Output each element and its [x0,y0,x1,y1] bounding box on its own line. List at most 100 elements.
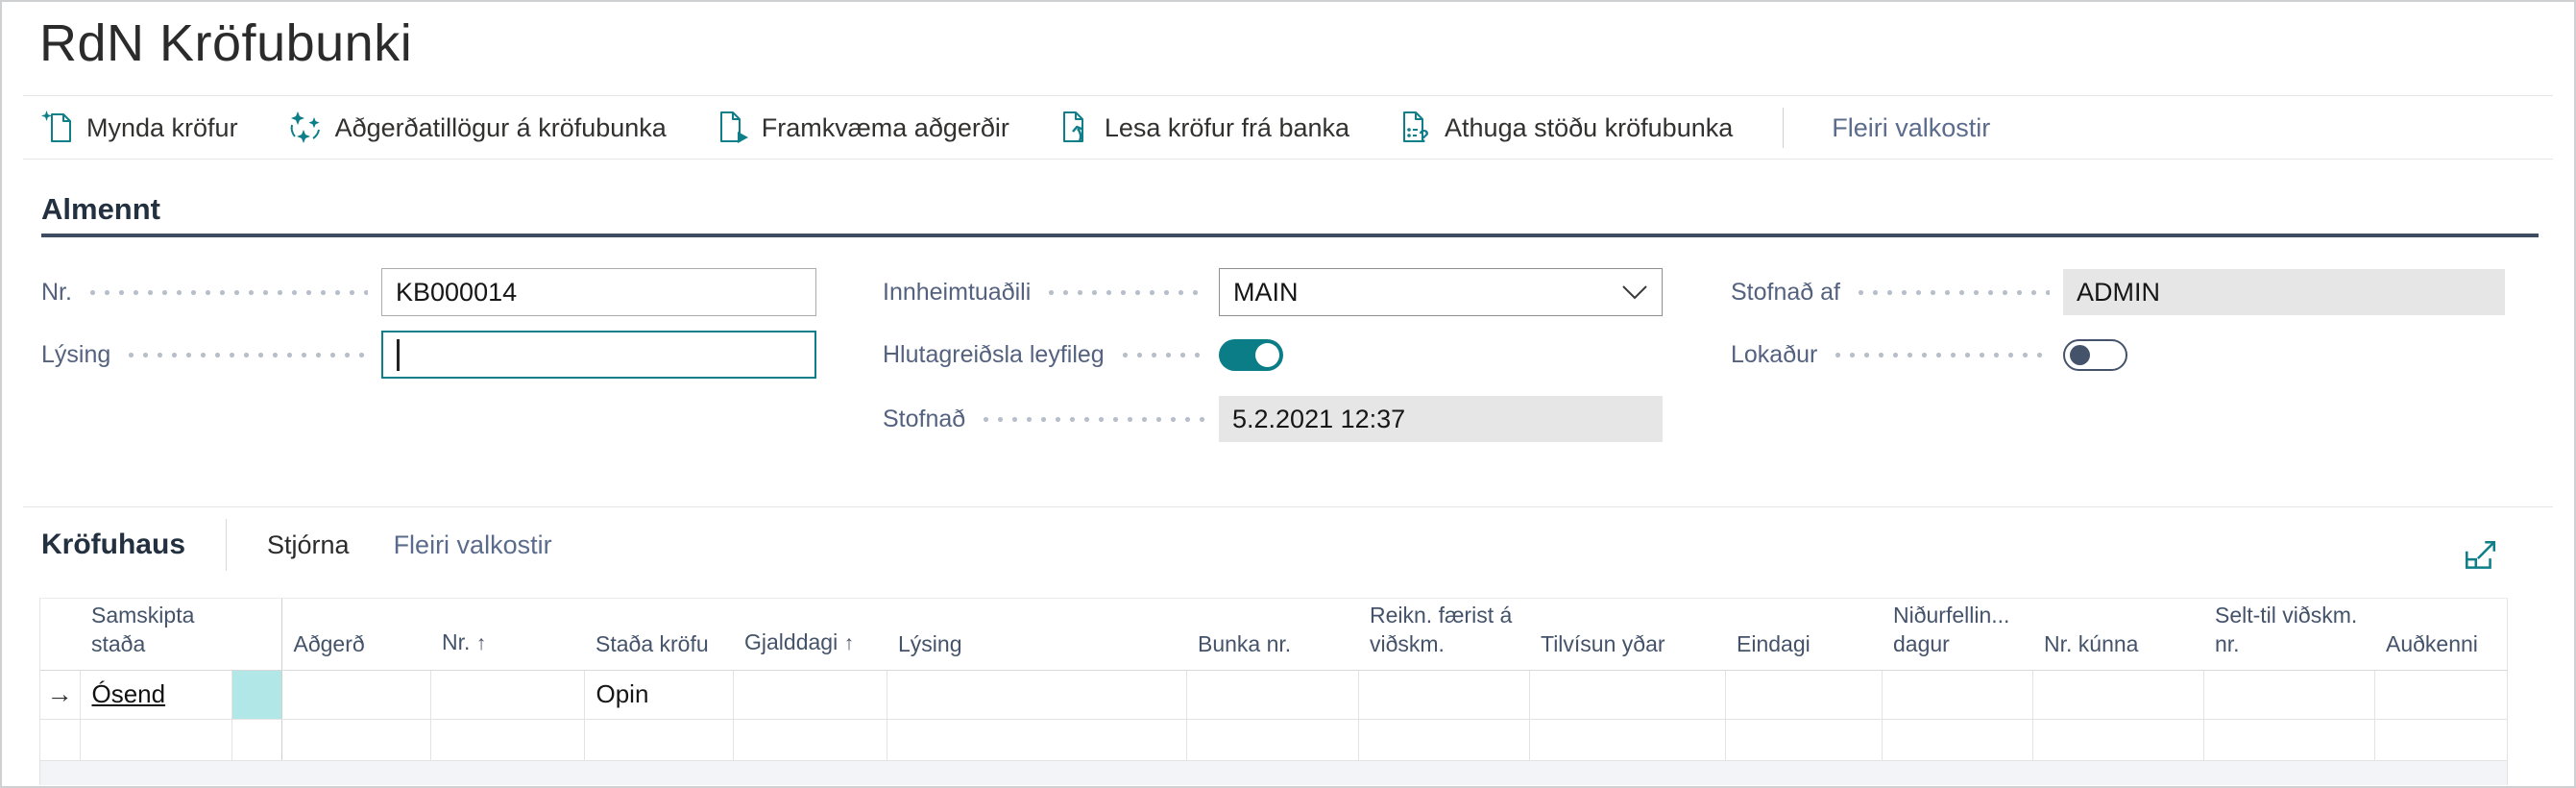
col-header-lysing[interactable]: Lýsing [887,599,1186,670]
col-header-highlight [231,599,281,670]
osend-link[interactable]: Ósend [92,679,166,708]
col-header-nidurfellingardagur[interactable]: Niðurfellin... dagur [1882,599,2032,670]
cell-stada-krofu[interactable] [584,719,733,760]
cell-highlight[interactable] [231,719,281,760]
table-row: → Ósend Opin [40,670,2507,719]
col-header-gjalddagi[interactable]: Gjalddagi ↑ [733,599,887,670]
chevron-down-icon [1621,284,1648,300]
col-header-tilvisun[interactable]: Tilvísun yðar [1529,599,1725,670]
cell-selt-til[interactable] [2203,719,2374,760]
action-athuga-stodu[interactable]: ? Athuga stöðu kröfubunka [1399,110,1733,146]
separator [23,95,2553,96]
cell-reikn[interactable] [1358,670,1529,719]
action-lesa-krofur[interactable]: Lesa kröfur frá banka [1059,110,1349,146]
focus-mode-button[interactable] [2459,536,2501,577]
hlutagreidsla-toggle[interactable] [1219,339,1283,371]
field-stofnad-af: Stofnað af ADMIN [1731,268,2505,316]
col-header-adgerd[interactable]: Aðgerð [281,599,430,670]
col-header-reikn[interactable]: Reikn. færist á viðskm. [1358,599,1529,670]
lines-menu-stjorna[interactable]: Stjórna [267,530,350,560]
section-title-general[interactable]: Almennt [41,192,160,227]
grid-header-row: Samskipta staða Aðgerð Nr. ↑ Staða kröfu… [40,599,2507,670]
cell-nr-kunna[interactable] [2032,670,2203,719]
dotted-leader [1831,353,2050,357]
cell-stada-krofu[interactable]: Opin [584,670,733,719]
toggle-knob [1255,343,1279,367]
cell-bunka-nr[interactable] [1186,719,1358,760]
cell-audkenni[interactable] [2374,670,2507,719]
execute-actions-icon [717,110,749,146]
action-label: Aðgerðatillögur á kröfubunka [335,113,667,143]
action-mynda-krofur[interactable]: Mynda kröfur [41,110,238,146]
action-adgerdatillogur[interactable]: Aðgerðatillögur á kröfubunka [288,110,667,146]
cell-audkenni[interactable] [2374,719,2507,760]
cell-selt-til[interactable] [2203,670,2374,719]
field-lysing: Lýsing [41,331,816,379]
cell-nidurfellingardagur[interactable] [1882,719,2032,760]
dotted-leader [1044,290,1205,295]
cell-samskipta-stada[interactable]: Ósend [80,670,231,719]
dotted-leader [979,417,1205,422]
toolbar-divider [1783,108,1784,148]
col-header-selt-til[interactable]: Selt-til viðskm. nr. [2203,599,2374,670]
stofnad-af-label: Stofnað af [1731,279,1840,307]
cell-reikn[interactable] [1358,719,1529,760]
action-label: Framkvæma aðgerðir [762,113,1009,143]
cell-nr[interactable] [430,719,584,760]
stofnad-af-field: ADMIN [2063,269,2505,315]
toggle-knob [2070,345,2090,365]
hlutagreidsla-label: Hlutagreiðsla leyfileg [883,341,1105,369]
cell-tilvisun[interactable] [1529,719,1725,760]
dotted-leader [85,290,368,295]
cell-gjalddagi[interactable] [733,670,887,719]
grid-footer [40,761,2507,785]
cell-gjalddagi[interactable] [733,719,887,760]
more-options-button[interactable]: Fleiri valkostir [1832,113,1990,143]
innheimtuadili-select[interactable]: MAIN [1219,268,1663,316]
col-header-stada-krofu[interactable]: Staða kröfu [584,599,733,670]
sort-ascending-icon: ↑ [844,632,855,654]
cell-lysing[interactable] [887,719,1186,760]
read-from-bank-icon [1059,110,1092,146]
cell-eindagi[interactable] [1725,670,1882,719]
lines-grid: Samskipta staða Aðgerð Nr. ↑ Staða kröfu… [39,598,2508,785]
innheimtuadili-label: Innheimtuaðili [883,279,1031,307]
check-status-icon: ? [1399,110,1432,146]
cell-adgerd[interactable] [281,719,430,760]
field-stofnad: Stofnað 5.2.2021 12:37 [883,396,1663,442]
dotted-leader [1118,353,1205,357]
page-title: RdN Kröfubunki [39,13,412,73]
separator [23,159,2553,160]
lines-part-header: Kröfuhaus Stjórna Fleiri valkostir [41,517,552,573]
col-header-audkenni[interactable]: Auðkenni [2374,599,2507,670]
row-indicator [40,719,80,760]
table-row [40,719,2507,760]
action-label: Lesa kröfur frá banka [1105,113,1349,143]
section-title-krofuhaus[interactable]: Kröfuhaus [41,529,185,561]
cell-nidurfellingardagur[interactable] [1882,670,2032,719]
lokadur-toggle[interactable] [2063,339,2127,371]
cell-bunka-nr[interactable] [1186,670,1358,719]
col-header-nr-kunna[interactable]: Nr. kúnna [2032,599,2203,670]
stofnad-field: 5.2.2021 12:37 [1219,396,1663,442]
lysing-input[interactable] [381,331,816,379]
lines-menu-more-options[interactable]: Fleiri valkostir [394,530,552,560]
cell-tilvisun[interactable] [1529,670,1725,719]
nr-input[interactable]: KB000014 [381,268,816,316]
col-header-bunka-nr[interactable]: Bunka nr. [1186,599,1358,670]
cell-highlight[interactable] [231,670,281,719]
cell-samskipta-stada[interactable] [80,719,231,760]
cell-nr[interactable] [430,670,584,719]
lokadur-label: Lokaður [1731,341,1817,369]
action-framkvaema[interactable]: Framkvæma aðgerðir [717,110,1009,146]
cell-adgerd[interactable] [281,670,430,719]
dotted-leader [1854,290,2050,295]
separator [23,506,2553,507]
cell-lysing[interactable] [887,670,1186,719]
col-header-eindagi[interactable]: Eindagi [1725,599,1882,670]
cell-eindagi[interactable] [1725,719,1882,760]
col-header-samskipta-stada[interactable]: Samskipta staða [80,599,231,670]
col-header-nr[interactable]: Nr. ↑ [430,599,584,670]
cell-nr-kunna[interactable] [2032,719,2203,760]
action-bar: Mynda kröfur Aðgerðatillögur á kröfubunk… [41,97,1990,159]
